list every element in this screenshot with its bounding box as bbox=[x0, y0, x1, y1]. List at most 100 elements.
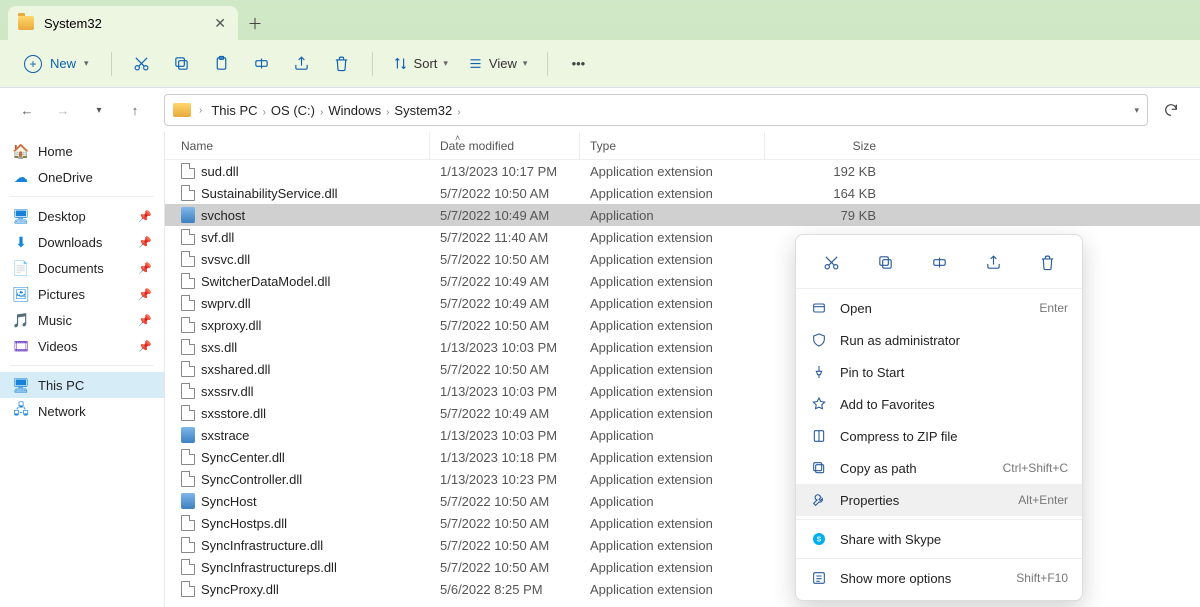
refresh-button[interactable] bbox=[1154, 94, 1188, 126]
folder-icon bbox=[18, 16, 34, 30]
chevron-down-icon: ▾ bbox=[443, 58, 448, 69]
column-headers: Name Date modified Type Size bbox=[165, 132, 1200, 160]
window-tab[interactable]: System32 ✕ bbox=[8, 6, 238, 40]
menu-favorites[interactable]: Add to Favorites bbox=[796, 388, 1082, 420]
sidebar-item-pictures[interactable]: 🖼Pictures📌 bbox=[0, 281, 164, 307]
file-date: 5/7/2022 10:50 AM bbox=[430, 362, 580, 377]
context-menu: OpenEnterRun as administratorPin to Star… bbox=[795, 234, 1083, 601]
file-icon bbox=[181, 185, 195, 201]
chevron-down-icon[interactable]: ▾ bbox=[1134, 105, 1139, 116]
new-tab-button[interactable]: ＋ bbox=[238, 6, 272, 40]
file-icon bbox=[181, 163, 195, 179]
sidebar-item-desktop[interactable]: 🖥Desktop📌 bbox=[0, 203, 164, 229]
new-button[interactable]: + New ▾ bbox=[14, 49, 99, 79]
sidebar-item-videos[interactable]: 🎞Videos📌 bbox=[0, 333, 164, 359]
file-type: Application extension bbox=[580, 296, 765, 311]
menu-copypath[interactable]: Copy as pathCtrl+Shift+C bbox=[796, 452, 1082, 484]
sidebar-item-documents[interactable]: 📄Documents📌 bbox=[0, 255, 164, 281]
address-bar[interactable]: › This PC›OS (C:)›Windows›System32› ▾ bbox=[164, 94, 1148, 126]
more-button[interactable]: ••• bbox=[560, 48, 596, 80]
menu-pinstart[interactable]: Pin to Start bbox=[796, 356, 1082, 388]
delete-icon[interactable] bbox=[1030, 247, 1064, 277]
file-date: 5/7/2022 10:50 AM bbox=[430, 318, 580, 333]
file-icon bbox=[181, 361, 195, 377]
file-name: SyncInfrastructure.dll bbox=[165, 537, 430, 553]
sidebar-item-network[interactable]: 🖧 Network bbox=[0, 398, 164, 424]
col-date[interactable]: Date modified bbox=[430, 132, 580, 159]
sidebar-item-downloads[interactable]: ⬇Downloads📌 bbox=[0, 229, 164, 255]
history-chevron[interactable]: ▾ bbox=[84, 95, 114, 125]
col-size[interactable]: Size bbox=[765, 132, 900, 159]
file-row[interactable]: sud.dll1/13/2023 10:17 PMApplication ext… bbox=[165, 160, 1200, 182]
col-name[interactable]: Name bbox=[165, 132, 430, 159]
file-name: SyncController.dll bbox=[165, 471, 430, 487]
view-icon bbox=[468, 56, 483, 71]
file-name: svf.dll bbox=[165, 229, 430, 245]
copy-icon[interactable] bbox=[164, 48, 200, 80]
copy-icon[interactable] bbox=[868, 247, 902, 277]
file-icon bbox=[181, 449, 195, 465]
navbar: ← → ▾ ↑ › This PC›OS (C:)›Windows›System… bbox=[0, 88, 1200, 132]
menu-runadmin[interactable]: Run as administrator bbox=[796, 324, 1082, 356]
back-button[interactable]: ← bbox=[12, 95, 42, 125]
skype-icon: S bbox=[810, 530, 828, 548]
breadcrumb-item[interactable]: This PC bbox=[206, 100, 262, 121]
menu-label: Properties bbox=[840, 493, 899, 508]
file-icon bbox=[181, 537, 195, 553]
file-size: 79 KB bbox=[765, 208, 900, 223]
sidebar-item-music[interactable]: 🎵Music📌 bbox=[0, 307, 164, 333]
separator bbox=[547, 52, 548, 76]
file-date: 5/7/2022 10:50 AM bbox=[430, 494, 580, 509]
sidebar-item-onedrive[interactable]: ☁ OneDrive bbox=[0, 164, 164, 190]
breadcrumb-item[interactable]: System32 bbox=[389, 100, 457, 121]
file-type: Application bbox=[580, 494, 765, 509]
pin-icon: 📌 bbox=[138, 340, 152, 353]
delete-icon[interactable] bbox=[324, 48, 360, 80]
cut-icon[interactable] bbox=[124, 48, 160, 80]
col-type[interactable]: Type bbox=[580, 132, 765, 159]
menu-shareskype[interactable]: SShare with Skype bbox=[796, 523, 1082, 555]
file-type: Application extension bbox=[580, 274, 765, 289]
file-icon bbox=[181, 405, 195, 421]
file-type: Application extension bbox=[580, 252, 765, 267]
separator bbox=[372, 52, 373, 76]
menu-open[interactable]: OpenEnter bbox=[796, 292, 1082, 324]
file-date: 5/7/2022 10:50 AM bbox=[430, 516, 580, 531]
folder-icon: 🎵 bbox=[12, 312, 30, 328]
pin-icon: 📌 bbox=[138, 236, 152, 249]
menu-compress[interactable]: Compress to ZIP file bbox=[796, 420, 1082, 452]
star-icon bbox=[810, 395, 828, 413]
menu-shortcut: Enter bbox=[1039, 301, 1068, 315]
file-row[interactable]: SustainabilityService.dll5/7/2022 10:50 … bbox=[165, 182, 1200, 204]
view-button[interactable]: View ▾ bbox=[460, 50, 535, 77]
paste-icon[interactable] bbox=[204, 48, 240, 80]
sort-button[interactable]: Sort ▾ bbox=[385, 50, 456, 77]
forward-button[interactable]: → bbox=[48, 95, 78, 125]
file-name: SyncCenter.dll bbox=[165, 449, 430, 465]
menu-showmore[interactable]: Show more optionsShift+F10 bbox=[796, 562, 1082, 594]
folder-icon: 🎞 bbox=[12, 338, 30, 354]
file-row[interactable]: svchost5/7/2022 10:49 AMApplication79 KB bbox=[165, 204, 1200, 226]
sidebar-item-thispc[interactable]: 🖥 This PC bbox=[0, 372, 164, 398]
svg-text:S: S bbox=[817, 535, 822, 544]
share-icon[interactable] bbox=[976, 247, 1010, 277]
share-icon[interactable] bbox=[284, 48, 320, 80]
file-name: sxproxy.dll bbox=[165, 317, 430, 333]
breadcrumb-item[interactable]: OS (C:) bbox=[266, 100, 320, 121]
sidebar-item-home[interactable]: 🏠 Home bbox=[0, 138, 164, 164]
context-icon-bar bbox=[796, 241, 1082, 285]
folder-icon: 🖥 bbox=[12, 208, 30, 224]
pin-icon: 📌 bbox=[138, 210, 152, 223]
file-type: Application bbox=[580, 208, 765, 223]
rename-icon[interactable] bbox=[922, 247, 956, 277]
menu-properties[interactable]: PropertiesAlt+Enter bbox=[796, 484, 1082, 516]
file-name: svsvc.dll bbox=[165, 251, 430, 267]
file-type: Application extension bbox=[580, 318, 765, 333]
cut-icon[interactable] bbox=[814, 247, 848, 277]
monitor-icon: 🖥 bbox=[12, 377, 30, 393]
rename-icon[interactable] bbox=[244, 48, 280, 80]
up-button[interactable]: ↑ bbox=[120, 95, 150, 125]
breadcrumb-item[interactable]: Windows bbox=[323, 100, 386, 121]
close-tab-icon[interactable]: ✕ bbox=[214, 15, 226, 32]
pin-icon bbox=[810, 363, 828, 381]
